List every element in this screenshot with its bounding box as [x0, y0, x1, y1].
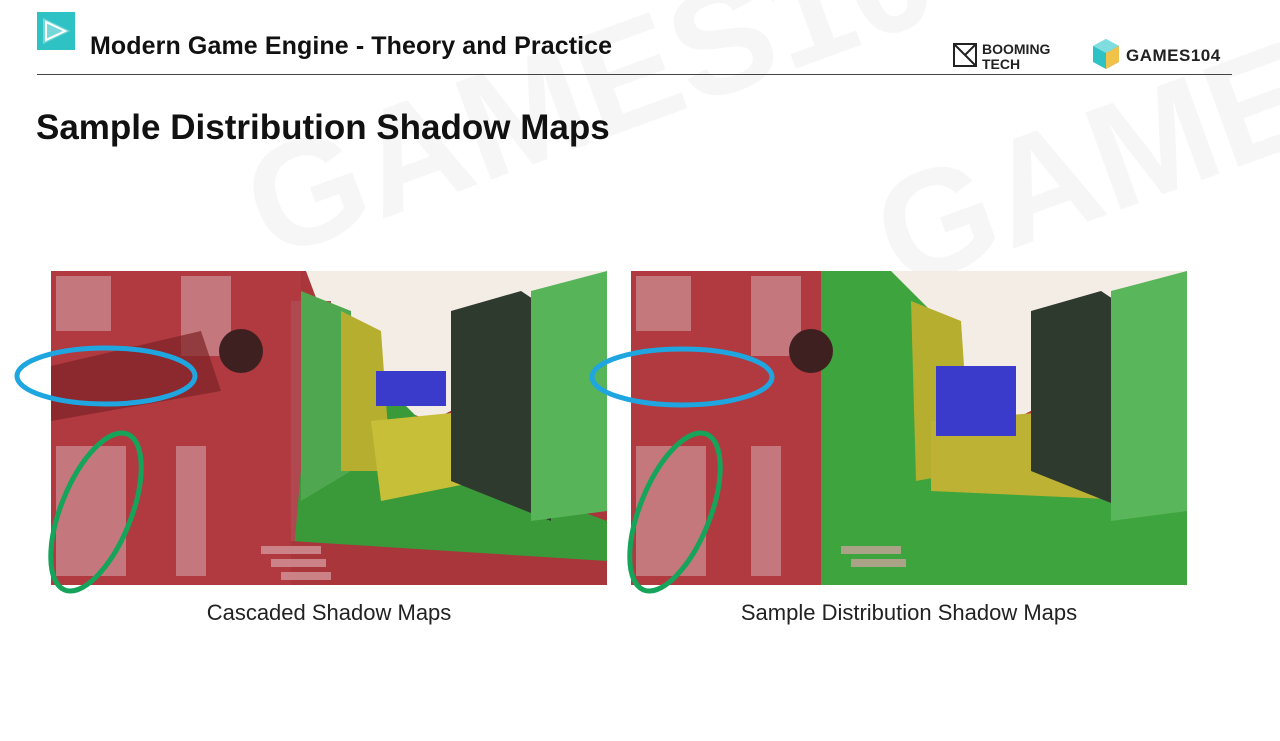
- sdsm-render-image: [631, 271, 1187, 585]
- svg-text:GAMES104: GAMES104: [1126, 46, 1221, 65]
- play-triangle-icon: [37, 12, 75, 50]
- caption-cascaded-shadow-maps: Cascaded Shadow Maps: [206, 600, 452, 625]
- svg-text:BOOMING: BOOMING: [982, 41, 1051, 57]
- header-title: Modern Game Engine - Theory and Practice: [90, 32, 613, 60]
- svg-text:TECH: TECH: [982, 56, 1020, 72]
- games104-logo: GAMES104: [1093, 39, 1221, 69]
- csm-render-image: [51, 271, 607, 585]
- slide-title: Sample Distribution Shadow Maps: [36, 108, 610, 147]
- booming-tech-logo: BOOMING TECH: [953, 41, 1051, 72]
- header-divider: [37, 74, 1232, 75]
- caption-sample-distribution-shadow-maps: Sample Distribution Shadow Maps: [740, 600, 1078, 625]
